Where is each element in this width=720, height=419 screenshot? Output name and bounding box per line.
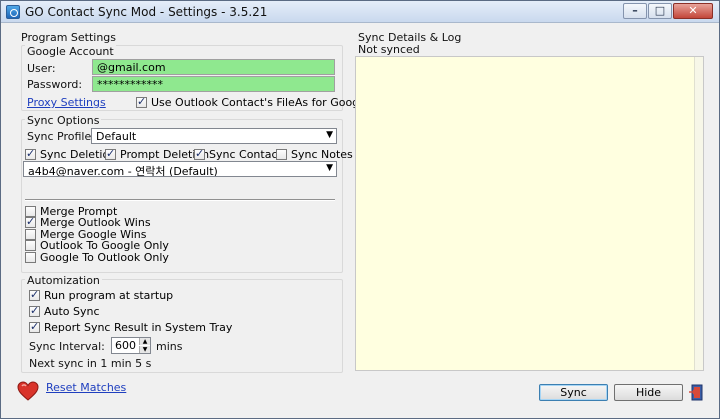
close-icon: ✕ [688, 4, 698, 17]
chevron-up-icon[interactable]: ▲ [139, 338, 150, 345]
run-at-startup-checkbox[interactable]: Run program at startup [29, 288, 174, 302]
proxy-settings-link[interactable]: Proxy Settings [27, 96, 106, 109]
sync-interval-unit: mins [156, 340, 183, 353]
sync-profile-select[interactable]: Default ▼ [91, 128, 337, 144]
close-button[interactable]: ✕ [673, 3, 713, 19]
sync-button[interactable]: Sync [539, 384, 608, 401]
report-sync-result-checkbox[interactable]: Report Sync Result in System Tray [29, 320, 233, 334]
sync-interval-label: Sync Interval: [29, 340, 105, 353]
chevron-down-icon: ▼ [326, 163, 333, 173]
sync-interval-stepper[interactable]: 600 ▲ ▼ [111, 337, 151, 354]
google-account-label: Google Account [25, 45, 116, 58]
sync-deletion-checkbox[interactable]: Sync Deletion [25, 147, 116, 161]
merge-outlook-wins-check-box[interactable] [25, 215, 36, 228]
divider [25, 199, 335, 201]
user-input[interactable]: @gmail.com [92, 59, 335, 75]
report-sync-result-check-box[interactable] [29, 320, 40, 333]
sync-interval-value: 600 [115, 339, 136, 352]
sync-notes-check-box[interactable] [276, 149, 287, 160]
maximize-icon: □ [654, 4, 666, 17]
sync-notes-label: Sync Notes [291, 148, 353, 161]
prompt-deletion-check-box[interactable] [105, 147, 116, 160]
contacts-folder-select[interactable]: a4b4@naver.com - 연락처 (Default) ▼ [23, 161, 337, 177]
window-title: GO Contact Sync Mod - Settings - 3.5.21 [25, 5, 268, 19]
hide-button[interactable]: Hide [614, 384, 683, 401]
title-bar[interactable]: GO Contact Sync Mod - Settings - 3.5.21 … [1, 1, 719, 23]
password-input[interactable]: ************ [92, 76, 335, 92]
sync-contacts-check-box[interactable] [194, 147, 205, 160]
window-controls: – □ ✕ [622, 3, 713, 19]
reset-matches-link[interactable]: Reset Matches [46, 381, 126, 394]
automization-label: Automization [25, 274, 102, 287]
program-settings-label: Program Settings [21, 31, 117, 44]
chevron-down-icon[interactable]: ▼ [139, 346, 150, 353]
sync-contacts-checkbox[interactable]: Sync Contacts [194, 147, 288, 161]
sync-status-text: Not synced [358, 43, 420, 56]
outlook-to-google-only-check-box[interactable] [25, 240, 36, 251]
exit-icon[interactable] [689, 384, 705, 401]
auto-sync-checkbox[interactable]: Auto Sync [29, 304, 100, 318]
use-fileas-check-box[interactable] [136, 95, 147, 108]
maximize-button[interactable]: □ [648, 3, 672, 19]
sync-profile-label: Sync Profile: [27, 130, 95, 143]
log-scrollbar[interactable] [694, 57, 703, 370]
run-at-startup-check-box[interactable] [29, 288, 40, 301]
auto-sync-check-box[interactable] [29, 304, 40, 317]
settings-window: GO Contact Sync Mod - Settings - 3.5.21 … [0, 0, 720, 419]
contacts-folder-value: a4b4@naver.com - 연락처 (Default) [28, 165, 218, 177]
minimize-button[interactable]: – [623, 3, 647, 19]
sync-log-textarea[interactable] [355, 56, 704, 371]
google-to-outlook-only-check-box[interactable] [25, 252, 36, 263]
sync-notes-checkbox[interactable]: Sync Notes [276, 148, 353, 161]
next-sync-text: Next sync in 1 min 5 s [29, 357, 152, 370]
user-label: User: [27, 62, 56, 75]
auto-sync-label: Auto Sync [44, 305, 100, 318]
heart-icon[interactable] [17, 381, 39, 401]
password-label: Password: [27, 78, 83, 91]
chevron-down-icon: ▼ [326, 130, 333, 140]
sync-deletion-check-box[interactable] [25, 147, 36, 160]
google-to-outlook-only-label: Google To Outlook Only [40, 251, 169, 264]
run-at-startup-label: Run program at startup [44, 289, 174, 302]
google-to-outlook-only-radio[interactable]: Google To Outlook Only [25, 251, 169, 264]
minimize-icon: – [632, 4, 638, 17]
app-icon [6, 5, 20, 19]
report-sync-result-label: Report Sync Result in System Tray [44, 321, 233, 334]
sync-profile-value: Default [96, 130, 137, 143]
sync-options-label: Sync Options [25, 114, 102, 127]
